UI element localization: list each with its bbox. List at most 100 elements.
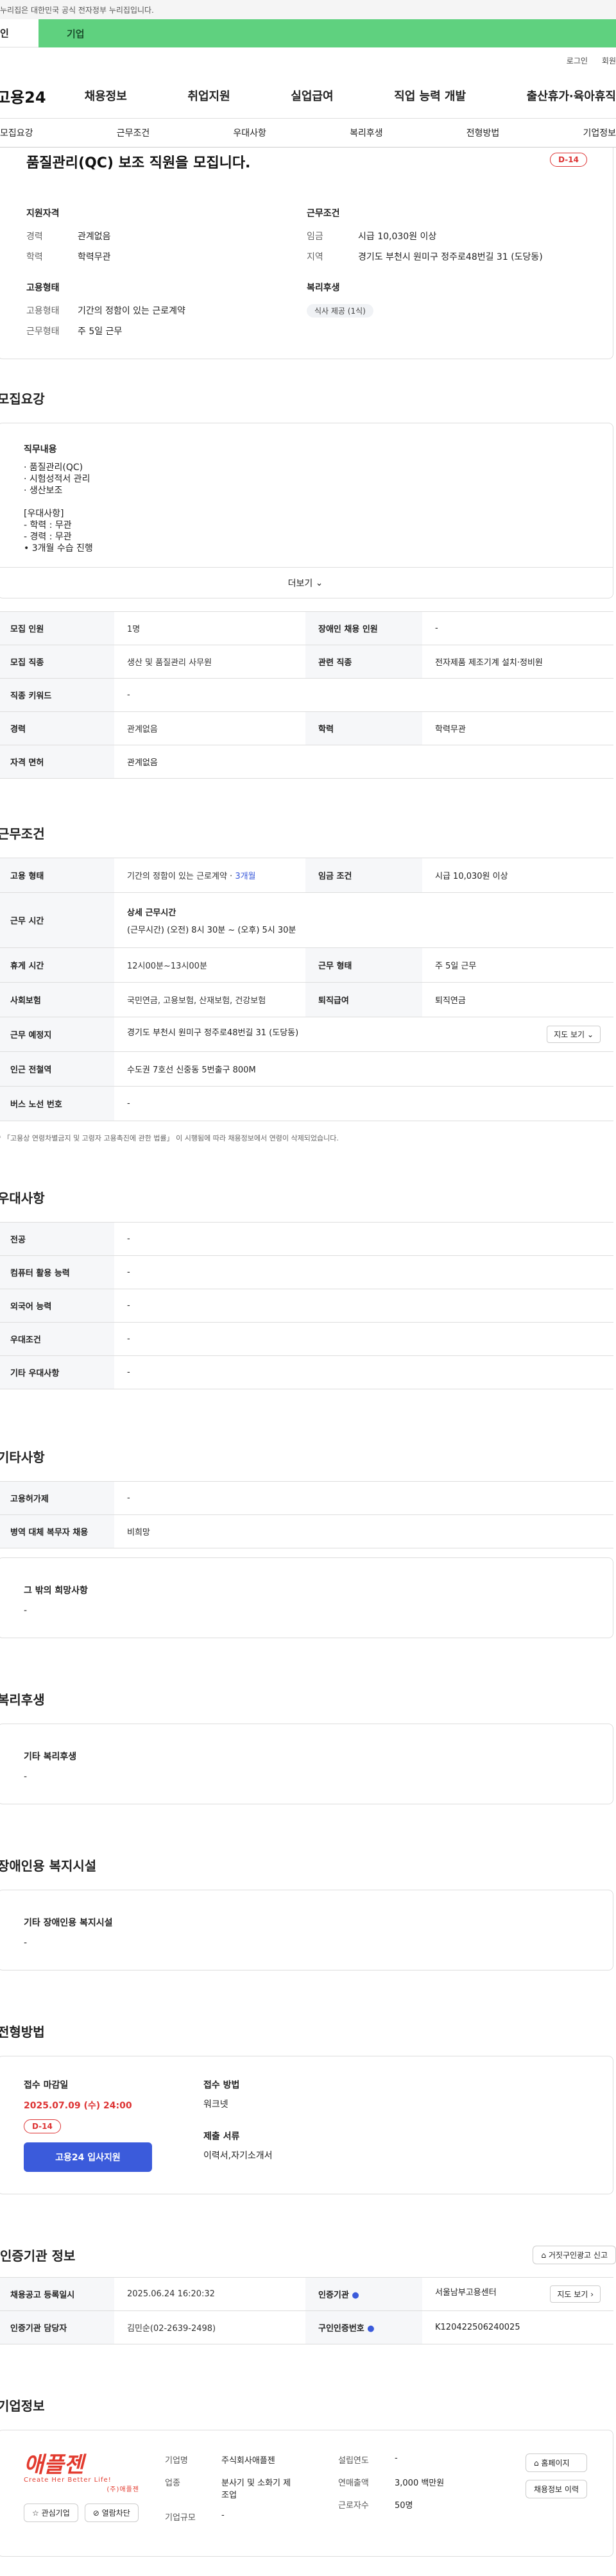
user-type-tabs: 인 기업 xyxy=(0,19,616,47)
map-button[interactable]: 지도 보기 ⌄ xyxy=(547,1026,601,1043)
detail-key: 연매출액 xyxy=(338,2479,369,2488)
welfare-heading: 복리후생 xyxy=(307,283,340,293)
block-button[interactable]: ⊘ 열람차단 xyxy=(84,2504,139,2522)
detail-key: 설립연도 xyxy=(338,2456,369,2466)
homepage-button[interactable]: ⌂ 홈페이지 xyxy=(525,2453,587,2472)
agency-map-button[interactable]: 지도 보기 › xyxy=(550,2285,601,2303)
cond-heading: 근무조건 xyxy=(307,208,340,219)
disabled-card: 기타 장애인용 복지시설 - xyxy=(0,1890,613,1970)
table-header: 퇴직급여 xyxy=(305,982,422,1017)
home-icon: ⌂ xyxy=(541,2251,547,2260)
table-cell: 관계없음 xyxy=(114,745,613,779)
table-header: 인근 전철역 xyxy=(0,1051,114,1087)
info-icon[interactable]: ● xyxy=(367,2324,374,2334)
table-header: 근무 예정지 xyxy=(0,1017,114,1052)
kv-value: 기간의 정함이 있는 근로계약 xyxy=(78,306,185,316)
history-button[interactable]: 채용정보 이력 xyxy=(525,2480,587,2498)
table-header: 고용 형태 xyxy=(0,858,114,893)
recruit-section-title: 모집요강 xyxy=(0,391,45,407)
table-cell: 생산 및 품질관리 사무원 xyxy=(114,645,305,679)
kv-value: 주 5일 근무 xyxy=(78,326,123,337)
table-header: 임금 조건 xyxy=(305,858,422,893)
table-cell: 경기도 부천시 원미구 정주로48번길 31 (도당동) 지도 보기 ⌄ xyxy=(114,1017,613,1052)
detail-value: 주식회사애플젠 xyxy=(221,2456,275,2466)
signup-link[interactable]: 회원 xyxy=(602,55,616,66)
anchor-apply[interactable]: 전형방법 xyxy=(466,126,500,139)
anchor-pref[interactable]: 우대사항 xyxy=(233,126,266,139)
report-button[interactable]: ⌂ 거짓구인광고 신고 xyxy=(533,2246,616,2264)
detail-value: 분사기 및 소화기 제조업 xyxy=(221,2479,291,2500)
company-details: 기업명 주식회사애플젠 업종 분사기 및 소화기 제조업 기업규모 - 설립연도 - 연… xyxy=(165,2453,513,2533)
emp-type-text: 기간의 정함이 있는 근로계약 · xyxy=(127,872,233,881)
menu-item[interactable]: 직업 능력 개발 xyxy=(394,87,466,104)
table-cell: 1명 xyxy=(114,611,305,645)
agency-value: 서울남부고용센터 xyxy=(435,2288,497,2298)
qual-heading: 지원자격 xyxy=(26,208,60,219)
table-header: 기타 우대사항 xyxy=(0,1355,114,1389)
other-wishes-card: 그 밖의 희망사항 - xyxy=(0,1557,613,1638)
job-content-label: 직무내용 xyxy=(24,445,57,455)
company-section-title: 기업정보 xyxy=(0,2398,45,2414)
table-cell: - xyxy=(114,1322,613,1356)
menu-item[interactable]: 취업지원 xyxy=(187,87,230,104)
etc-info-table: 고용허가제 - 병역 대체 복무자 채용 비희망 xyxy=(0,1481,613,1548)
welfare-label: 기타 복리후생 xyxy=(24,1752,77,1762)
table-header: 휴게 시간 xyxy=(0,947,114,983)
welfare-section-title: 복리후생 xyxy=(0,1692,45,1707)
kv-key: 근무형태 xyxy=(26,326,60,337)
work-place-text: 경기도 부천시 원미구 정주로48번길 31 (도당동) xyxy=(127,1028,299,1038)
apply-button[interactable]: 고용24 입사지원 xyxy=(24,2142,152,2172)
table-header: 직종 키워드 xyxy=(0,678,114,712)
main-menu: 채용정보 취업지원 실업급여 직업 능력 개발 출산휴가·육아휴직 xyxy=(85,87,616,104)
block-icon: ⊘ xyxy=(92,2509,99,2518)
table-cell: - xyxy=(422,611,613,645)
map-button-label: 지도 보기 xyxy=(554,1030,585,1039)
table-header: 우대조건 xyxy=(0,1322,114,1356)
more-button[interactable]: 더보기 ⌄ xyxy=(0,567,613,598)
chevron-right-icon: › xyxy=(590,2290,594,2299)
kv-value: 관계없음 xyxy=(78,232,111,242)
kv-key: 학력 xyxy=(26,252,43,262)
menu-item[interactable]: 채용정보 xyxy=(85,87,127,104)
docs-label: 제출 서류 xyxy=(203,2131,240,2142)
work-info-table: 고용 형태 기간의 정함이 있는 근로계약 · 3개월 임금 조건 시급 10,030… xyxy=(0,858,613,1121)
tab-corporate[interactable]: 기업 xyxy=(38,19,616,47)
follow-button[interactable]: ☆ 관심기업 xyxy=(24,2504,78,2522)
company-logo: 애플젠 xyxy=(24,2453,165,2477)
table-cell: 시급 10,030원 이상 xyxy=(422,858,613,893)
star-icon: ☆ xyxy=(32,2509,39,2518)
anchor-work[interactable]: 근무조건 xyxy=(117,126,150,139)
site-logo[interactable]: 고용24 xyxy=(0,85,46,107)
logo-tagline: Create Her Better Life! xyxy=(24,2477,112,2484)
chevron-down-icon: ⌄ xyxy=(586,1030,594,1039)
anchor-welfare[interactable]: 복리후생 xyxy=(350,126,383,139)
menu-item[interactable]: 출산휴가·육아휴직 xyxy=(527,87,616,104)
kv-value: 학력무관 xyxy=(78,252,111,262)
detail-key: 기업명 xyxy=(165,2456,188,2466)
table-cell: 주 5일 근무 xyxy=(422,947,613,983)
anchor-recruit[interactable]: 모집요강 xyxy=(0,126,33,139)
detail-key: 기업규모 xyxy=(165,2513,196,2523)
table-cell: 기간의 정함이 있는 근로계약 · 3개월 xyxy=(114,858,305,893)
report-button-label: 거짓구인광고 신고 xyxy=(548,2251,608,2260)
info-icon[interactable]: ● xyxy=(352,2291,359,2300)
tab-personal[interactable]: 인 xyxy=(0,19,38,47)
detail-value: - xyxy=(221,2511,225,2520)
login-link[interactable]: 로그인 xyxy=(567,55,588,66)
home-icon: ⌂ xyxy=(533,2459,539,2468)
other-wishes-value: - xyxy=(24,1606,28,1616)
menu-item[interactable]: 실업급여 xyxy=(291,87,333,104)
table-header: 컴퓨터 활용 능력 xyxy=(0,1255,114,1289)
table-cell: 국민연금, 고용보험, 산재보험, 건강보험 xyxy=(114,982,305,1017)
welfare-pill: 식사 제공 (1식) xyxy=(307,304,373,318)
kv-key: 임금 xyxy=(307,232,323,242)
table-cell: - xyxy=(114,678,613,712)
table-header: 근무 시간 xyxy=(0,892,114,948)
apply-dday-badge: D-14 xyxy=(24,2119,61,2133)
anchor-company[interactable]: 기업정보 xyxy=(583,126,616,139)
job-content-text: · 품질관리(QC) · 시험성적서 관리 · 생산보조 [우대사항] - 학력… xyxy=(24,462,93,554)
hours-text: (근무시간) (오전) 8시 30분 ~ (오후) 5시 30분 xyxy=(127,925,296,935)
dday-badge: D-14 xyxy=(550,153,587,167)
etc-section-title: 기타사항 xyxy=(0,1450,45,1465)
apply-card: 접수 마감일 2025.07.09 (수) 24:00 D-14 고용24 입사… xyxy=(0,2056,613,2194)
